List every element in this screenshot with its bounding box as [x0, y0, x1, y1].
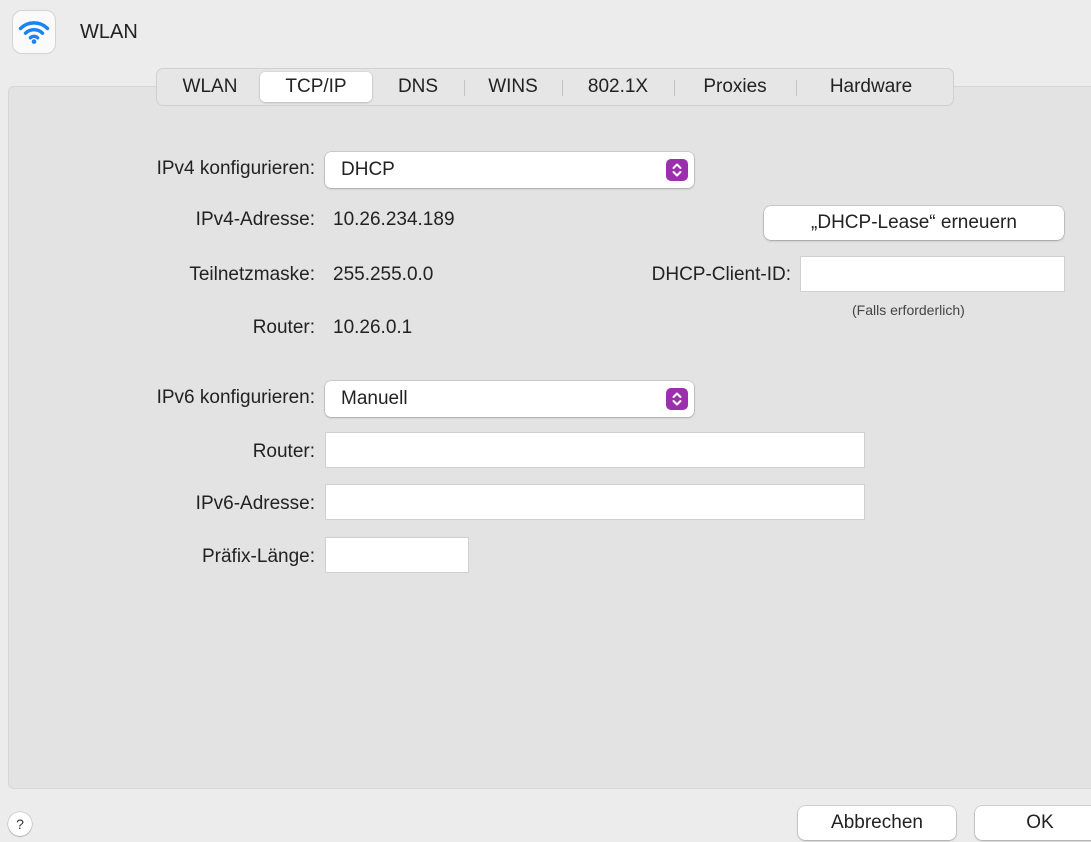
help-button[interactable]: ? — [8, 812, 32, 836]
tab-hardware[interactable]: Hardware — [796, 72, 946, 102]
ipv6-configure-value: Manuell — [341, 388, 408, 409]
ipv6-address-field[interactable] — [325, 484, 865, 520]
cancel-button[interactable]: Abbrechen — [798, 806, 956, 840]
chevron-updown-icon — [666, 159, 688, 181]
window-header: WLAN — [12, 10, 138, 54]
ipv4-router-value: 10.26.0.1 — [333, 317, 413, 338]
tab-bar: WLAN TCP/IP DNS WINS 802.1X Proxies Hard… — [156, 68, 954, 106]
ipv6-configure-label: IPv6 konfigurieren: — [156, 387, 315, 408]
tab-wins[interactable]: WINS — [464, 72, 562, 102]
tab-802-1x[interactable]: 802.1X — [562, 72, 674, 102]
tab-wlan[interactable]: WLAN — [160, 72, 260, 102]
tab-tcp-ip[interactable]: TCP/IP — [260, 72, 372, 102]
ipv4-configure-popup[interactable]: DHCP — [325, 152, 694, 188]
ipv4-router-label: Router: — [252, 317, 315, 338]
ok-button[interactable]: OK — [975, 806, 1091, 840]
dhcp-client-id-label: DHCP-Client-ID: — [651, 264, 791, 285]
ipv4-address-label: IPv4-Adresse: — [195, 209, 315, 230]
wifi-icon — [12, 10, 56, 54]
renew-dhcp-lease-button[interactable]: „DHCP-Lease“ erneuern — [764, 206, 1064, 240]
ipv6-configure-popup[interactable]: Manuell — [325, 381, 694, 417]
subnet-mask-value: 255.255.0.0 — [333, 264, 434, 285]
ipv4-configure-value: DHCP — [341, 159, 395, 180]
dhcp-client-id-field[interactable] — [800, 256, 1065, 292]
dhcp-client-id-hint: (Falls erforderlich) — [852, 302, 965, 318]
tab-proxies[interactable]: Proxies — [674, 72, 796, 102]
prefix-length-field[interactable] — [325, 537, 469, 573]
ipv4-address-value: 10.26.234.189 — [333, 209, 455, 230]
ipv4-configure-label: IPv4 konfigurieren: — [156, 158, 315, 179]
prefix-length-label: Präfix-Länge: — [201, 546, 315, 567]
subnet-mask-label: Teilnetzmaske: — [189, 264, 315, 285]
ipv6-router-label: Router: — [252, 441, 315, 462]
window-title: WLAN — [80, 20, 138, 43]
ipv6-address-label: IPv6-Adresse: — [195, 493, 315, 514]
ipv6-router-field[interactable] — [325, 432, 865, 468]
chevron-updown-icon — [666, 388, 688, 410]
tab-dns[interactable]: DNS — [372, 72, 464, 102]
